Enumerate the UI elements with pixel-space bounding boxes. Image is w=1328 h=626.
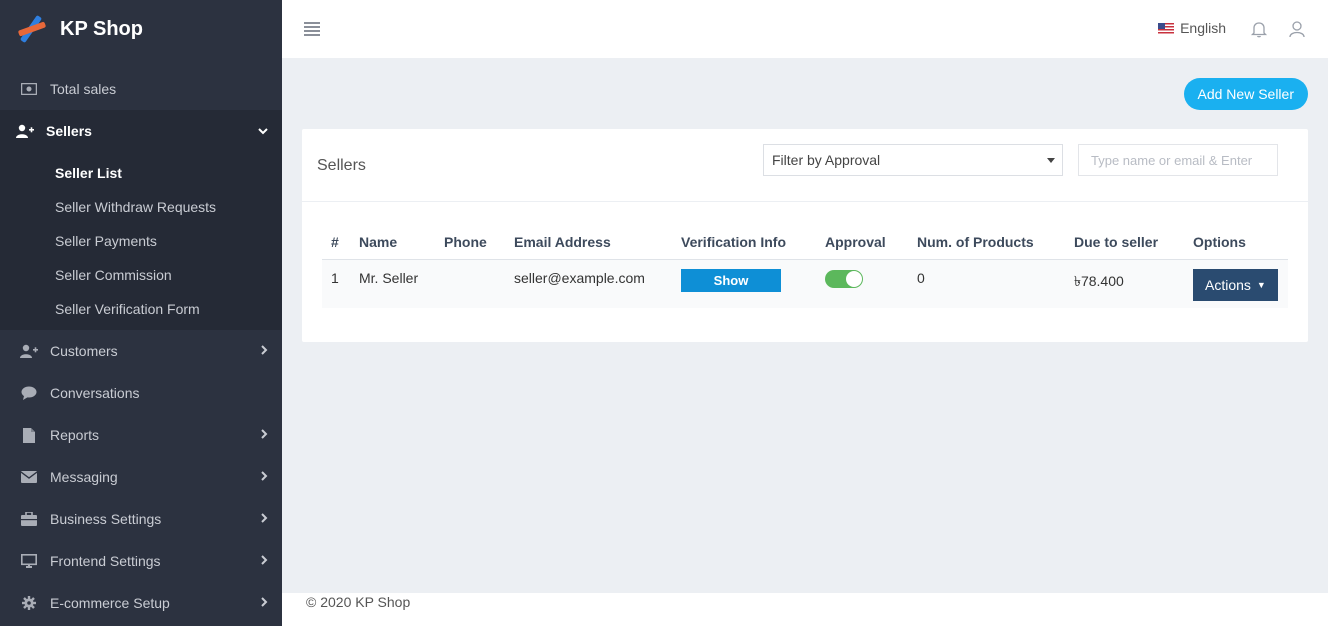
column-header: Verification Info xyxy=(672,225,816,260)
column-header: Email Address xyxy=(505,225,672,260)
briefcase-icon xyxy=(20,512,38,526)
desktop-icon xyxy=(20,554,38,568)
footer: © 2020 KP Shop xyxy=(282,593,1328,626)
sidebar-item-label: Frontend Settings xyxy=(50,553,161,569)
chevron-right-icon xyxy=(260,344,268,358)
sidebar-item-messaging[interactable]: Messaging xyxy=(0,456,282,498)
card-header: Sellers Filter by Approval xyxy=(302,129,1308,202)
envelope-icon xyxy=(20,470,38,484)
sidebar-item-frontend-settings[interactable]: Frontend Settings xyxy=(0,540,282,582)
user-plus-icon xyxy=(16,124,34,138)
money-icon xyxy=(20,82,38,96)
column-header: Name xyxy=(350,225,435,260)
cell-options: Actions ▼ xyxy=(1184,259,1288,308)
file-icon xyxy=(20,427,38,443)
language-label: English xyxy=(1180,20,1226,36)
sidebar-item-label: Messaging xyxy=(50,469,118,485)
language-selector[interactable]: English xyxy=(1158,20,1226,36)
chevron-right-icon xyxy=(260,512,268,526)
add-new-seller-button[interactable]: Add New Seller xyxy=(1183,78,1308,110)
bell-icon[interactable] xyxy=(1250,20,1268,41)
approval-filter-value: Filter by Approval xyxy=(772,152,881,168)
column-header: Approval xyxy=(816,225,908,260)
gear-icon xyxy=(20,596,38,610)
cell-approval xyxy=(816,259,908,308)
sellers-card: Sellers Filter by Approval # Name Phone … xyxy=(302,129,1308,342)
approval-toggle[interactable] xyxy=(825,269,863,288)
copyright-text: © 2020 KP Shop xyxy=(306,594,411,610)
sidebar-item-label: Total sales xyxy=(50,81,117,97)
sidebar-subitem-seller-payments[interactable]: Seller Payments xyxy=(0,224,282,258)
approval-filter-select[interactable]: Filter by Approval xyxy=(763,144,1063,176)
caret-down-icon xyxy=(1047,158,1055,163)
table-row: 1 Mr. Seller seller@example.com Show 0 ৳… xyxy=(322,259,1288,308)
cell-index: 1 xyxy=(322,259,350,308)
brand[interactable]: KP Shop xyxy=(0,0,282,58)
column-header: Phone xyxy=(435,225,505,260)
sidebar-item-customers[interactable]: Customers xyxy=(0,330,282,372)
sidebar-item-conversations[interactable]: Conversations xyxy=(0,372,282,414)
sellers-submenu: Seller List Seller Withdraw Requests Sel… xyxy=(0,152,282,330)
card-title: Sellers xyxy=(317,157,366,174)
sellers-table: # Name Phone Email Address Verification … xyxy=(322,225,1288,308)
us-flag-icon xyxy=(1158,22,1175,34)
sidebar-item-sellers[interactable]: Sellers xyxy=(0,110,282,152)
cell-verification: Show xyxy=(672,259,816,308)
sidebar-item-reports[interactable]: Reports xyxy=(0,414,282,456)
topbar: English xyxy=(282,0,1328,58)
sidebar: KP Shop Total sales Sellers Seller List … xyxy=(0,0,282,626)
search-input[interactable] xyxy=(1078,144,1278,176)
sidebar-item-label: E-commerce Setup xyxy=(50,595,170,611)
actions-label: Actions xyxy=(1205,276,1251,293)
menu-toggle-icon[interactable] xyxy=(304,22,320,36)
main-content: Add New Seller Sellers Filter by Approva… xyxy=(282,58,1328,593)
chevron-right-icon xyxy=(260,470,268,484)
sidebar-subitem-seller-commission[interactable]: Seller Commission xyxy=(0,258,282,292)
column-header: Options xyxy=(1184,225,1288,260)
table-header-row: # Name Phone Email Address Verification … xyxy=(322,225,1288,260)
chat-icon xyxy=(20,386,38,400)
actions-dropdown-button[interactable]: Actions ▼ xyxy=(1193,268,1278,301)
user-icon[interactable] xyxy=(1288,20,1306,41)
cell-num-products: 0 xyxy=(908,259,1065,308)
cell-email: seller@example.com xyxy=(505,259,672,308)
sidebar-nav: Total sales Sellers Seller List Seller W… xyxy=(0,68,282,624)
sidebar-item-ecommerce-setup[interactable]: E-commerce Setup xyxy=(0,582,282,624)
sidebar-item-label: Business Settings xyxy=(50,511,162,527)
sidebar-item-total-sales[interactable]: Total sales xyxy=(0,68,282,110)
chevron-right-icon xyxy=(260,428,268,442)
chevron-down-icon xyxy=(258,124,268,138)
chevron-right-icon xyxy=(260,596,268,610)
cell-due: ৳78.400 xyxy=(1065,259,1184,308)
cell-phone xyxy=(435,259,505,308)
brand-name: KP Shop xyxy=(60,17,143,40)
caret-down-icon: ▼ xyxy=(1256,279,1266,290)
user-plus-icon xyxy=(20,344,38,358)
sidebar-subitem-seller-withdraw-requests[interactable]: Seller Withdraw Requests xyxy=(0,190,282,224)
column-header: # xyxy=(322,225,350,260)
sidebar-subitem-seller-verification-form[interactable]: Seller Verification Form xyxy=(0,292,282,326)
column-header: Due to seller xyxy=(1065,225,1184,260)
chevron-right-icon xyxy=(260,554,268,568)
sidebar-subitem-seller-list[interactable]: Seller List xyxy=(0,156,282,190)
sidebar-item-business-settings[interactable]: Business Settings xyxy=(0,498,282,540)
sidebar-item-label: Customers xyxy=(50,343,118,359)
show-verification-button[interactable]: Show xyxy=(681,268,781,292)
logo-icon xyxy=(14,12,48,46)
column-header: Num. of Products xyxy=(908,225,1065,260)
cell-name: Mr. Seller xyxy=(350,259,435,308)
sidebar-item-label: Conversations xyxy=(50,385,140,401)
sidebar-item-label: Sellers xyxy=(46,123,92,139)
sidebar-item-label: Reports xyxy=(50,427,100,443)
